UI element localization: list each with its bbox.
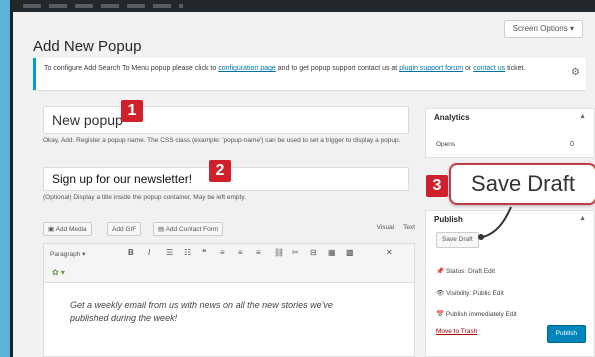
link-icon[interactable]: ⛓: [274, 248, 284, 257]
editor-tabs: Visual Text: [377, 224, 415, 231]
publish-time-row: 📅 Publish immediately Edit: [436, 310, 517, 318]
step-badge-3: 3: [426, 175, 448, 197]
pin-icon: 📌: [436, 268, 446, 275]
step-badge-2: 2: [209, 160, 231, 182]
popup-title-description: Okay, Add. Register a popup name. The CS…: [43, 137, 401, 144]
publish-button[interactable]: Publish: [546, 325, 586, 343]
paragraph-select[interactable]: Paragraph ▾: [50, 250, 85, 258]
form-icon: ▤: [158, 226, 166, 233]
contact-us-link[interactable]: contact us: [473, 65, 505, 72]
collapse-publish-icon[interactable]: ▲: [579, 215, 586, 222]
align-right-icon[interactable]: ≡: [256, 248, 261, 257]
callout-pointer: [478, 206, 512, 240]
add-media-button[interactable]: ▣ Add Media: [43, 222, 92, 236]
visibility-row: 👁 Visibility: Public Edit: [436, 289, 504, 297]
unlink-icon[interactable]: ✂: [292, 248, 299, 257]
notice-text-tail: ticket.: [507, 65, 526, 72]
editor-content-text: Get a weekly email from us with news on …: [70, 300, 333, 323]
close-icon[interactable]: ✕: [386, 248, 393, 257]
notice-text-or: or: [465, 65, 472, 72]
save-draft-button[interactable]: Save Draft: [436, 232, 479, 248]
align-left-icon[interactable]: ≡: [220, 248, 225, 257]
notice-text: To configure Add Search To Menu popup pl…: [44, 65, 217, 72]
analytics-box: Analytics ▲ Opens 0: [425, 108, 595, 158]
settings-icon[interactable]: ⚙: [571, 67, 580, 78]
info-notice: To configure Add Search To Menu popup pl…: [33, 58, 586, 90]
content-editor[interactable]: Get a weekly email from us with news on …: [43, 283, 415, 357]
italic-button[interactable]: I: [148, 248, 150, 257]
publish-title: Publish: [434, 215, 463, 224]
admin-bar: [13, 0, 595, 12]
editor-toolbar: Paragraph ▾ B I ☰ ☷ ❝ ≡ ≡ ≡ ⛓ ✂ ⊟ ▦ ▩ ✕ …: [43, 243, 415, 283]
paragraph-label: Paragraph: [50, 251, 81, 258]
opens-label: Opens: [436, 141, 456, 148]
blockquote-icon[interactable]: ❝: [202, 248, 206, 257]
admin-bar-menu[interactable]: [23, 4, 183, 8]
tab-text[interactable]: Text: [403, 224, 415, 231]
status-row: 📌 Status: Draft Edit: [436, 267, 495, 275]
page-title: Add New Popup: [33, 38, 142, 55]
step-badge-1: 1: [121, 100, 143, 122]
toolbar-toggle-icon[interactable]: ▩: [346, 248, 354, 257]
visibility-text: Visibility: Public Edit: [446, 290, 504, 297]
add-gif-button[interactable]: Add GIF: [107, 222, 142, 236]
configuration-page-link[interactable]: configuration page: [218, 65, 276, 72]
collapse-analytics-icon[interactable]: ▲: [579, 113, 586, 120]
publish-time-text: Publish immediately Edit: [445, 311, 517, 318]
opens-value: 0: [570, 141, 574, 148]
save-draft-callout: Save Draft: [449, 163, 595, 205]
notice-text-mid: and to get popup support contact us at: [277, 65, 398, 72]
bullet-list-icon[interactable]: ☰: [166, 248, 173, 257]
align-center-icon[interactable]: ≡: [238, 248, 243, 257]
wp-admin-frame: Screen Options ▾ Add New Popup To config…: [10, 0, 595, 357]
popup-title-input[interactable]: New popup: [43, 106, 409, 134]
status-text: Status: Draft Edit: [445, 268, 496, 275]
calendar-icon: 📅: [436, 311, 446, 318]
add-media-label: Add Media: [55, 226, 87, 233]
tab-visual[interactable]: Visual: [377, 224, 395, 231]
media-buttons-row: ▣ Add Media Add GIF ▤ Add Contact Form V…: [43, 222, 415, 236]
fullscreen-icon[interactable]: ▦: [328, 248, 336, 257]
numbered-list-icon[interactable]: ☷: [184, 248, 191, 257]
eye-icon: 👁: [436, 290, 447, 297]
plugin-support-forum-link[interactable]: plugin support forum: [399, 65, 463, 72]
add-contact-form-label: Add Contact Form: [165, 226, 219, 233]
media-icon: ▣: [48, 226, 56, 233]
popup-heading-description: (Optional) Display a title inside the po…: [43, 194, 246, 201]
read-more-icon[interactable]: ⊟: [310, 248, 317, 257]
add-contact-form-button[interactable]: ▤ Add Contact Form: [153, 222, 224, 236]
screen-options-button[interactable]: Screen Options ▾: [503, 20, 583, 38]
color-picker-icon[interactable]: ✿ ▾: [52, 268, 65, 277]
analytics-title: Analytics: [434, 113, 470, 122]
move-to-trash-link[interactable]: Move to Trash: [436, 328, 477, 335]
bold-button[interactable]: B: [128, 248, 134, 257]
